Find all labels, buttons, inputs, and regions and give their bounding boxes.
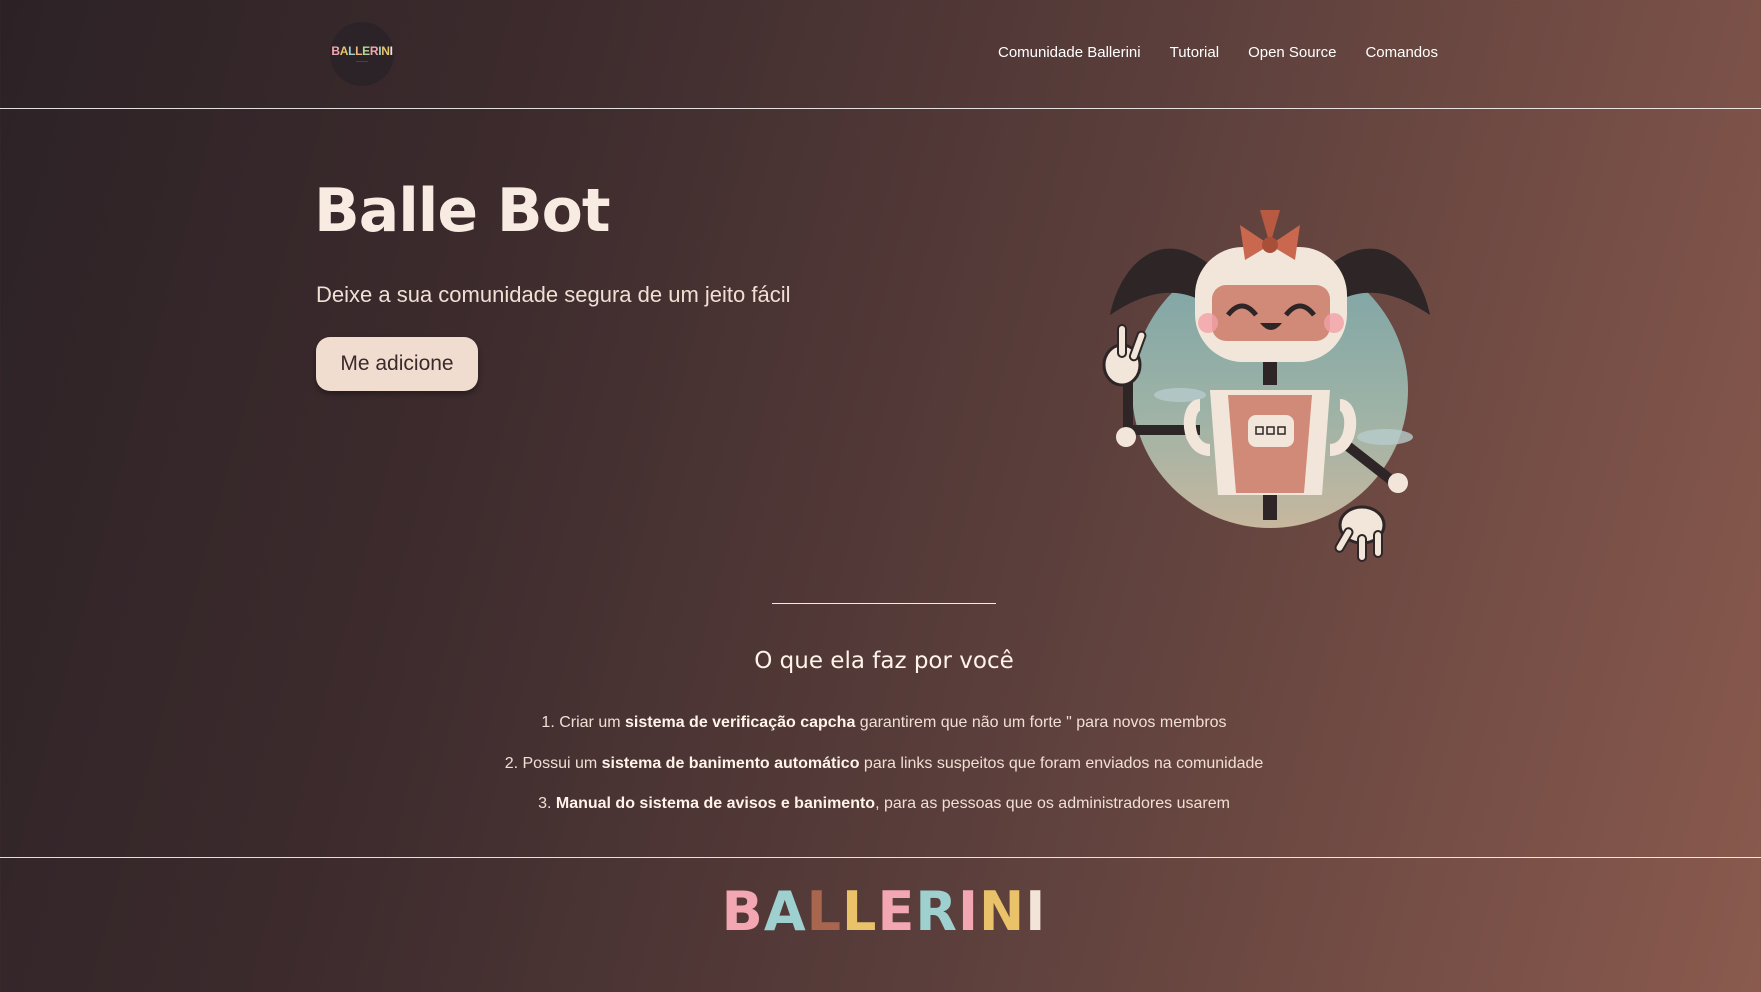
brand-letter: L (806, 880, 843, 943)
brand-letter: A (763, 880, 807, 943)
brand-letter: N (979, 880, 1026, 943)
hero-subtitle: Deixe a sua comunidade segura de um jeit… (316, 282, 791, 307)
brand-letter: L (842, 880, 878, 943)
feature-highlight: sistema de verificação capcha (625, 714, 856, 731)
brand-letter: R (915, 880, 958, 943)
ballerini-logo[interactable]: BALLERINI ~~~~~ (330, 22, 394, 86)
features-title: O que ela faz por você (754, 648, 1014, 674)
nav-link-comandos[interactable]: Comandos (1365, 44, 1438, 61)
add-bot-button[interactable]: Me adicione (316, 337, 478, 391)
feature-item: 1. Criar um sistema de verificação capch… (0, 710, 1761, 751)
feature-text: 2. Possui um (504, 754, 602, 772)
robot-girl-icon (1102, 210, 1430, 562)
feature-highlight: Manual do sistema de avisos e banimento (555, 795, 876, 812)
feature-item: 3. Manual do sistema de avisos e banimen… (0, 791, 1761, 832)
features-list: 1. Criar um sistema de verificação capch… (0, 710, 1761, 832)
brand-letter: N (381, 44, 390, 58)
site-header: BALLERINI ~~~~~ Comunidade Ballerini Tut… (0, 0, 1761, 109)
brand-letter: B (331, 44, 340, 58)
nav-link-comunidade[interactable]: Comunidade Ballerini (998, 44, 1141, 61)
footer-brand: BALLERINI (0, 880, 1761, 943)
feature-text: garantirem que não um forte " para novos… (855, 714, 1227, 731)
site-footer: BALLERINI (0, 857, 1761, 992)
brand-letter: A (339, 44, 349, 58)
nav-link-tutorial[interactable]: Tutorial (1170, 44, 1219, 61)
hero-title: Balle Bot (314, 176, 611, 246)
logo-decoration: ~~~~~ (356, 59, 368, 64)
brand-letter: I (957, 880, 980, 943)
brand-letter: B (721, 880, 764, 943)
nav-link-open-source[interactable]: Open Source (1248, 44, 1336, 61)
main-nav: Comunidade Ballerini Tutorial Open Sourc… (998, 44, 1438, 61)
brand-letter: I (389, 44, 393, 58)
feature-highlight: sistema de banimento automático (601, 754, 860, 772)
brand-letter: E (362, 44, 370, 58)
section-divider (772, 603, 996, 604)
feature-text: 3. (538, 795, 556, 812)
feature-item: 2. Possui um sistema de banimento automá… (0, 751, 1761, 792)
feature-text: para links suspeitos que foram enviados … (859, 754, 1264, 772)
brand-letter: E (877, 880, 916, 943)
feature-text: , para as pessoas que os administradores… (875, 795, 1230, 812)
brand-letter: R (369, 44, 379, 58)
logo-text: BALLERINI (331, 44, 393, 58)
brand-letter: I (1025, 880, 1047, 943)
feature-text: 1. Criar um (541, 714, 625, 731)
